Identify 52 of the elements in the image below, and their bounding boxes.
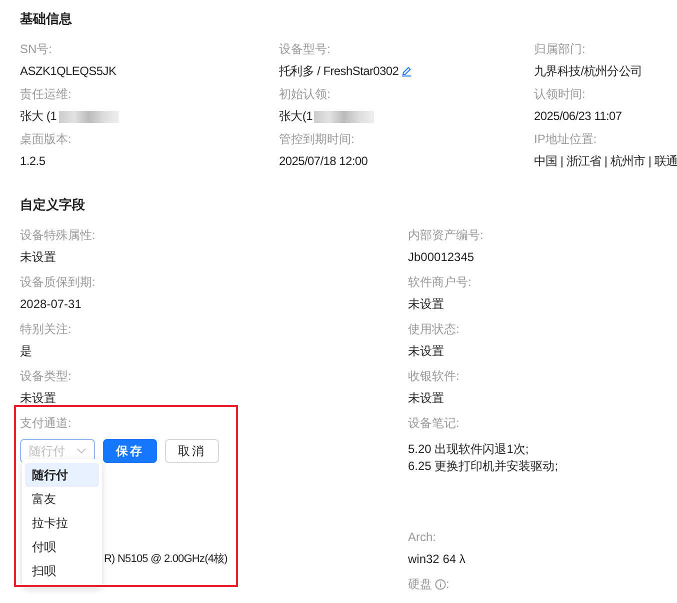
field-label: SN号: — [20, 41, 54, 58]
field-value: 未设置 — [408, 296, 444, 313]
field-value: 2028-07-31 — [20, 296, 82, 313]
dropdown-option[interactable]: 随行付 — [25, 463, 99, 487]
note-line: 5.20 出现软件闪退1次; — [408, 441, 530, 458]
field-label: 桌面版本: — [20, 131, 72, 148]
field-label: 设备质保到期: — [20, 274, 96, 291]
note-line: 6.25 更换打印机并安装驱动; — [408, 458, 560, 475]
field-value: 2025/07/18 12:00 — [279, 153, 368, 170]
field-value: 张大(1 — [279, 108, 312, 125]
action-button[interactable]: 保存 — [103, 439, 157, 463]
field-label: 责任运维: — [20, 86, 72, 103]
section-title: 基础信息 — [20, 10, 73, 28]
field-value: 是 — [20, 343, 32, 360]
field-value: Jb00012345 — [408, 249, 474, 266]
field-label: 设备特殊属性: — [20, 227, 96, 244]
label-colon: : — [446, 576, 450, 593]
dropdown-option[interactable]: 扫呗 — [25, 559, 99, 583]
field-label: 设备笔记: — [408, 415, 460, 432]
field-value: 托利多 / FreshStar0302 — [279, 63, 399, 80]
field-value: win32 64 λ — [408, 551, 466, 568]
field-value: 九界科技/杭州分公司 — [534, 63, 642, 80]
field-value: 未设置 — [408, 390, 444, 407]
field-label: IP地址位置: — [534, 131, 598, 148]
field-label: 设备类型: — [20, 368, 72, 385]
field-label: Arch: — [408, 529, 438, 546]
field-label: 初始认领: — [279, 86, 332, 103]
field-value: 中国 | 浙江省 | 杭州市 | 联通 — [534, 153, 677, 170]
field-label: 硬盘 — [408, 576, 432, 593]
field-value: 1.2.5 — [20, 153, 46, 170]
field-label: 支付通道: — [20, 415, 72, 432]
field-value: 2025/06/23 11:07 — [534, 108, 622, 125]
field-label: 归属部门: — [534, 41, 586, 58]
field-label: 特别关注: — [20, 321, 72, 338]
section-title: 自定义字段 — [20, 196, 86, 214]
field-label: 内部资产编号: — [408, 227, 484, 244]
dropdown-option[interactable]: 拉卡拉 — [25, 511, 99, 535]
action-button[interactable]: 取消 — [165, 439, 219, 463]
field-label: 认领时间: — [534, 86, 586, 103]
field-value: 张大 (1 — [20, 108, 57, 125]
field-label: 软件商户号: — [408, 274, 472, 291]
field-label: 设备型号: — [279, 41, 332, 58]
dropdown-option[interactable]: 富友 — [25, 487, 99, 511]
field-value: ASZK1QLEQS5JK — [20, 63, 116, 80]
field-label: 收银软件: — [408, 368, 460, 385]
field-label: 使用状态: — [408, 321, 460, 338]
field-label: 管控到期时间: — [279, 131, 356, 148]
field-value: R) N5105 @ 2.00GHz(4核) — [104, 552, 228, 567]
field-value: 未设置 — [20, 249, 56, 266]
field-value: 未设置 — [408, 343, 444, 360]
field-value: 未设置 — [20, 390, 56, 407]
dropdown-option[interactable]: 付呗 — [25, 535, 99, 559]
